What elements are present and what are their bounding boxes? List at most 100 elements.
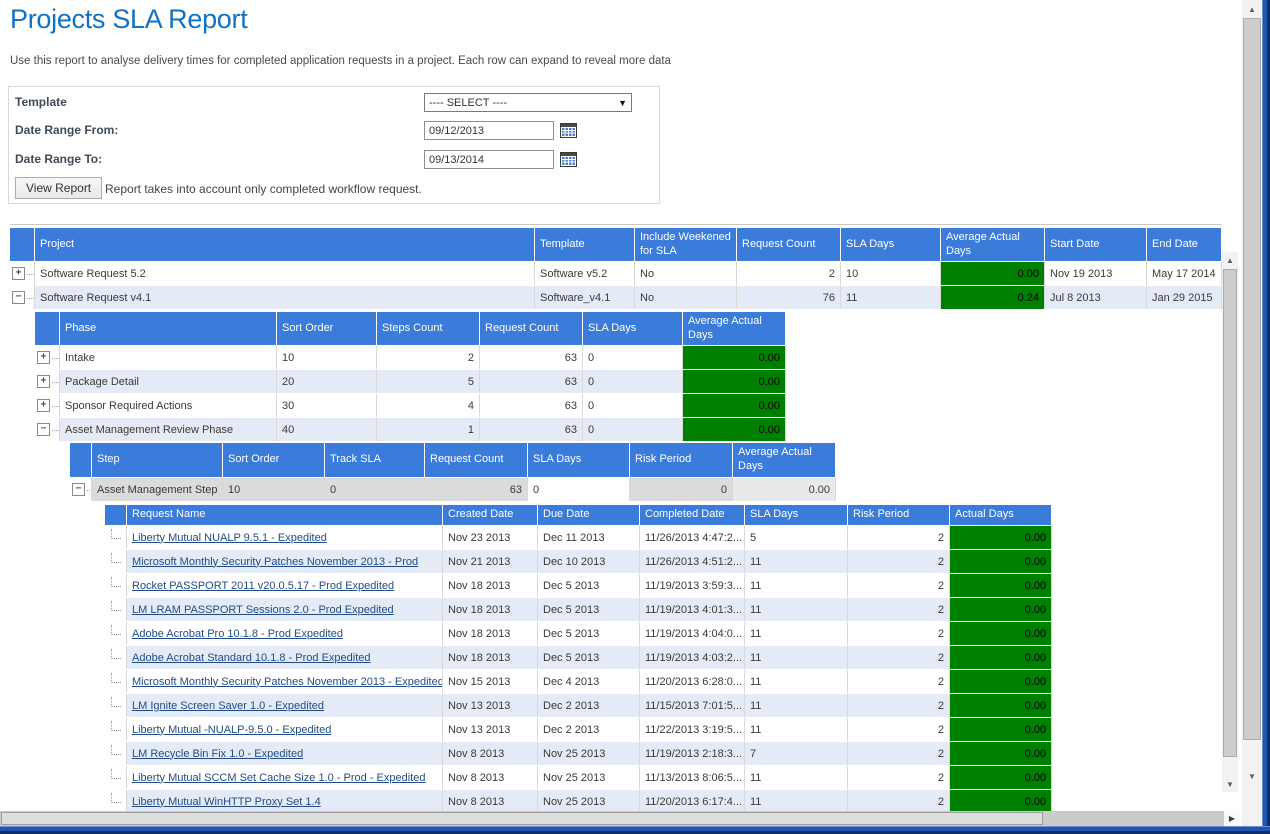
collapse-icon[interactable]: −	[37, 423, 50, 436]
tree-cell	[105, 742, 127, 765]
tree-dots	[52, 405, 60, 407]
risk-period-cell: 2	[848, 766, 950, 789]
column-header: Risk Period	[848, 505, 950, 525]
due-cell: Dec 5 2013	[538, 574, 640, 597]
due-cell: Nov 25 2013	[538, 766, 640, 789]
column-header: Track SLA	[325, 443, 425, 477]
risk-period-cell: 0	[630, 478, 733, 501]
header-row: PhaseSort OrderSteps CountRequest CountS…	[35, 312, 786, 345]
track-sla-cell: 0	[325, 478, 425, 501]
report-vertical-scrollbar[interactable]: ▲ ▼	[1222, 252, 1238, 792]
steps-count-cell: 4	[377, 394, 480, 417]
collapse-icon[interactable]: −	[12, 291, 25, 304]
column-header: SLA Days	[745, 505, 848, 525]
name-cell: Liberty Mutual -NUALP-9.5.0 - Expedited	[127, 718, 443, 741]
template-select[interactable]: ---- SELECT ---- ▼	[424, 93, 632, 112]
table-row: −Asset Management Step10063000.00	[70, 478, 836, 501]
date-from-input[interactable]	[424, 121, 554, 140]
scroll-up-button[interactable]: ▲	[1222, 252, 1238, 268]
created-cell: Nov 8 2013	[443, 766, 538, 789]
sla-days-cell: 0	[528, 478, 630, 501]
table-row: LM LRAM PASSPORT Sessions 2.0 - Prod Exp…	[105, 598, 1052, 621]
request-link[interactable]: Liberty Mutual NUALP 9.5.1 - Expedited	[132, 532, 327, 544]
calendar-icon[interactable]	[560, 151, 577, 167]
risk-period-cell: 2	[848, 574, 950, 597]
completed-cell: 11/20/2013 6:17:4...	[640, 790, 745, 813]
sla-days-cell: 11	[841, 286, 941, 309]
report-hscroll-thumb[interactable]	[1, 812, 1043, 825]
date-from-label: Date Range From:	[15, 123, 118, 137]
created-cell: Nov 13 2013	[443, 718, 538, 741]
expand-icon[interactable]: +	[37, 399, 50, 412]
report-parameters-panel: Template ---- SELECT ---- ▼ Date Range F…	[8, 86, 660, 204]
risk-period-cell: 2	[848, 646, 950, 669]
expand-icon[interactable]: +	[37, 351, 50, 364]
name-cell: LM LRAM PASSPORT Sessions 2.0 - Prod Exp…	[127, 598, 443, 621]
sort-order-cell: 30	[277, 394, 377, 417]
page-scroll-down-button[interactable]: ▼	[1242, 768, 1262, 784]
created-cell: Nov 18 2013	[443, 646, 538, 669]
table-row: +Sponsor Required Actions3046300.00	[35, 394, 786, 417]
table-row: −Asset Management Review Phase4016300.00	[35, 418, 786, 441]
name-cell: Liberty Mutual SCCM Set Cache Size 1.0 -…	[127, 766, 443, 789]
sla-days-cell: 11	[745, 598, 848, 621]
request-table: Request NameCreated DateDue DateComplete…	[105, 505, 1052, 813]
report-horizontal-scrollbar[interactable]: ▶	[0, 811, 1240, 826]
calendar-icon[interactable]	[560, 122, 577, 138]
actual-days-cell: 0.00	[950, 574, 1052, 597]
scroll-right-button[interactable]: ▶	[1224, 811, 1240, 826]
due-cell: Dec 10 2013	[538, 550, 640, 573]
request-link[interactable]: LM Ignite Screen Saver 1.0 - Expedited	[132, 700, 324, 712]
tree-leaf-icon	[111, 721, 121, 731]
tree-cell	[105, 622, 127, 645]
risk-period-cell: 2	[848, 718, 950, 741]
column-header: Request Count	[737, 228, 841, 261]
steps-count-cell: 5	[377, 370, 480, 393]
table-row: LM Ignite Screen Saver 1.0 - ExpeditedNo…	[105, 694, 1052, 717]
dropdown-arrow-icon: ▼	[618, 98, 627, 108]
date-to-input[interactable]	[424, 150, 554, 169]
expand-icon[interactable]: +	[12, 267, 25, 280]
request-link[interactable]: Liberty Mutual -NUALP-9.5.0 - Expedited	[132, 724, 331, 736]
request-link[interactable]: Liberty Mutual SCCM Set Cache Size 1.0 -…	[132, 772, 425, 784]
column-header: Risk Period	[630, 443, 733, 477]
expand-icon[interactable]: +	[37, 375, 50, 388]
header-row: ProjectTemplateInclude Weekened for SLAR…	[10, 228, 1222, 261]
request-count-cell: 63	[480, 394, 583, 417]
steps-count-cell: 1	[377, 418, 480, 441]
request-link[interactable]: Adobe Acrobat Standard 10.1.8 - Prod Exp…	[132, 652, 371, 664]
request-link[interactable]: Liberty Mutual WinHTTP Proxy Set 1.4	[132, 796, 321, 808]
request-link[interactable]: LM LRAM PASSPORT Sessions 2.0 - Prod Exp…	[132, 604, 394, 616]
view-report-button[interactable]: View Report	[15, 177, 102, 199]
header-row: StepSort OrderTrack SLARequest CountSLA …	[70, 443, 836, 477]
date-to-label: Date Range To:	[15, 152, 102, 166]
request-link[interactable]: Rocket PASSPORT 2011 v20.0.5.17 - Prod E…	[132, 580, 394, 592]
sla-days-cell: 11	[745, 718, 848, 741]
report-vscroll-thumb[interactable]	[1223, 269, 1237, 757]
column-header: Step	[92, 443, 223, 477]
collapse-icon[interactable]: −	[72, 483, 85, 496]
tree-dots	[52, 429, 60, 431]
tree-leaf-icon	[111, 577, 121, 587]
request-link[interactable]: Adobe Acrobat Pro 10.1.8 - Prod Expedite…	[132, 628, 343, 640]
sort-order-cell: 20	[277, 370, 377, 393]
tree-leaf-icon	[111, 625, 121, 635]
tree-leaf-icon	[111, 793, 121, 803]
expander-cell: +	[35, 346, 60, 369]
request-link[interactable]: LM Recycle Bin Fix 1.0 - Expedited	[132, 748, 303, 760]
request-link[interactable]: Microsoft Monthly Security Patches Novem…	[132, 556, 418, 568]
scroll-down-button[interactable]: ▼	[1222, 776, 1238, 792]
template-cell: Software_v4.1	[535, 286, 635, 309]
expander-cell: +	[35, 370, 60, 393]
sort-order-cell: 10	[277, 346, 377, 369]
page-scroll-up-button[interactable]: ▲	[1242, 1, 1262, 17]
request-link[interactable]: Microsoft Monthly Security Patches Novem…	[132, 676, 443, 688]
page-vertical-scrollbar[interactable]: ▲ ▼	[1242, 0, 1262, 826]
risk-period-cell: 2	[848, 622, 950, 645]
column-header: Actual Days	[950, 505, 1052, 525]
created-cell: Nov 18 2013	[443, 598, 538, 621]
tree-cell	[105, 598, 127, 621]
due-cell: Dec 2 2013	[538, 718, 640, 741]
page-vscroll-thumb[interactable]	[1243, 18, 1261, 740]
actual-days-cell: 0.00	[950, 742, 1052, 765]
